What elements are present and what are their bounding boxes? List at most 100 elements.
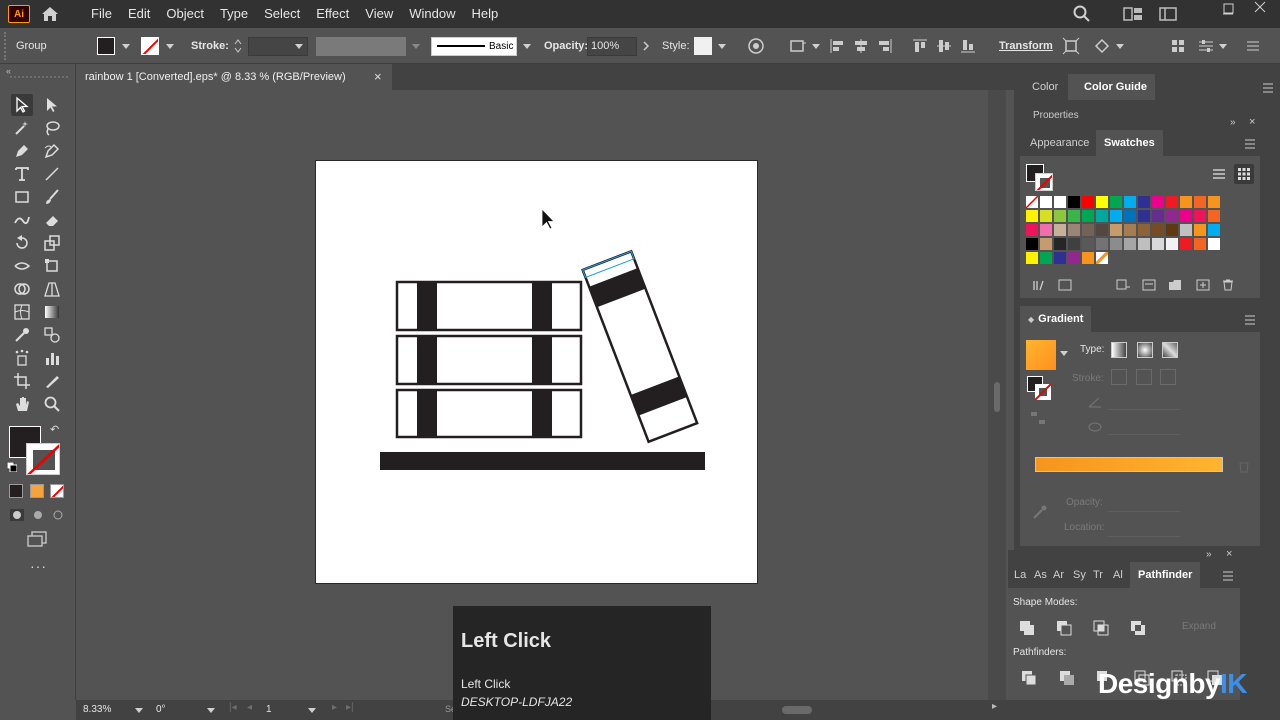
- reverse-gradient-icon[interactable]: [1030, 410, 1046, 426]
- isolate-icon[interactable]: [788, 37, 808, 55]
- stroke-color-box[interactable]: [26, 443, 60, 475]
- eyedropper-tool-icon[interactable]: [11, 324, 33, 346]
- transform-link[interactable]: Transform: [999, 40, 1053, 52]
- pen-tool-icon[interactable]: [11, 140, 33, 162]
- zoom-level[interactable]: 8.33%: [83, 704, 111, 715]
- color-swatch[interactable]: [1166, 210, 1178, 222]
- color-swatch[interactable]: [1082, 196, 1094, 208]
- hand-tool-icon[interactable]: [11, 393, 33, 415]
- color-swatch[interactable]: [1166, 196, 1178, 208]
- color-swatch[interactable]: [1138, 224, 1150, 236]
- add-selected-colors-icon[interactable]: [1116, 279, 1130, 291]
- draw-behind-icon[interactable]: [30, 508, 46, 522]
- symbol-sprayer-tool-icon[interactable]: [11, 347, 33, 369]
- color-swatch[interactable]: [1025, 195, 1039, 209]
- vertical-scrollbar[interactable]: [988, 90, 1006, 700]
- edit-toolbar-icon[interactable]: ···: [30, 558, 47, 574]
- artboard[interactable]: [315, 160, 758, 584]
- swatches-close-icon[interactable]: ×: [1249, 116, 1255, 128]
- color-swatch[interactable]: [1096, 224, 1108, 236]
- none-mode-icon[interactable]: [50, 484, 64, 498]
- color-swatch[interactable]: [1054, 224, 1066, 236]
- close-document-icon[interactable]: ×: [374, 69, 382, 84]
- color-swatch[interactable]: [1026, 210, 1038, 222]
- pathfinder-menu-icon[interactable]: [1222, 571, 1234, 581]
- color-swatch[interactable]: [1082, 238, 1094, 250]
- color-swatch[interactable]: [1208, 210, 1220, 222]
- tab-appearance[interactable]: Appearance: [1022, 130, 1097, 156]
- color-swatch[interactable]: [1040, 238, 1052, 250]
- color-swatch[interactable]: [1138, 210, 1150, 222]
- shape-builder-tool-icon[interactable]: [11, 278, 33, 300]
- unite-icon[interactable]: [1019, 620, 1035, 636]
- search-icon[interactable]: [1072, 4, 1092, 24]
- color-swatch[interactable]: [1180, 224, 1192, 236]
- options-dropdown-icon[interactable]: [1219, 44, 1227, 49]
- color-swatch[interactable]: [1166, 238, 1178, 250]
- tab-color-guide[interactable]: Color Guide: [1068, 74, 1155, 100]
- color-swatch[interactable]: [1068, 224, 1080, 236]
- swatch-libraries-icon[interactable]: [1032, 279, 1046, 291]
- pathfinder-close-icon[interactable]: ×: [1226, 548, 1232, 560]
- toolbar-collapse-icon[interactable]: «: [6, 66, 11, 76]
- color-swatch[interactable]: [1180, 196, 1192, 208]
- scale-tool-icon[interactable]: [41, 232, 63, 254]
- previous-artboard-icon[interactable]: ◂: [247, 702, 252, 713]
- grid-view-icon[interactable]: [1234, 164, 1254, 184]
- shape-builder-options-icon[interactable]: [1093, 37, 1111, 55]
- align-right-icon[interactable]: [877, 38, 893, 54]
- color-swatch[interactable]: [1026, 224, 1038, 236]
- color-swatch[interactable]: [1054, 252, 1066, 264]
- eraser-tool-icon[interactable]: [41, 209, 63, 231]
- color-swatch[interactable]: [1124, 224, 1136, 236]
- window-restore-icon[interactable]: [1222, 2, 1234, 14]
- color-swatch[interactable]: [1152, 210, 1164, 222]
- gradient-thumbnail[interactable]: [1026, 340, 1056, 370]
- default-fill-stroke-icon[interactable]: [6, 461, 18, 473]
- color-swatch[interactable]: [1208, 224, 1220, 236]
- document-tab[interactable]: rainbow 1 [Converted].eps* @ 8.33 % (RGB…: [76, 64, 392, 90]
- color-swatch[interactable]: [1026, 238, 1038, 250]
- tab-tr[interactable]: Tr: [1090, 562, 1106, 588]
- swatches-collapse-icon[interactable]: »: [1230, 117, 1236, 128]
- collapse-handle[interactable]: [4, 32, 6, 60]
- color-swatch[interactable]: [1208, 238, 1220, 250]
- book-stack[interactable]: [395, 280, 583, 439]
- tab-color[interactable]: Color: [1024, 74, 1066, 100]
- stroke-dropdown-icon[interactable]: [166, 44, 174, 49]
- menu-select[interactable]: Select: [256, 0, 308, 28]
- menu-window[interactable]: Window: [401, 0, 463, 28]
- color-swatch[interactable]: [1180, 210, 1192, 222]
- slice-tool-icon[interactable]: [41, 370, 63, 392]
- color-swatch[interactable]: [1110, 196, 1122, 208]
- color-swatch[interactable]: [1152, 238, 1164, 250]
- swap-fill-stroke-icon[interactable]: ↶: [50, 423, 59, 436]
- radial-gradient-icon[interactable]: [1137, 342, 1153, 358]
- shelf[interactable]: [380, 452, 705, 470]
- first-artboard-icon[interactable]: |◂: [229, 702, 237, 713]
- trim-icon[interactable]: [1059, 670, 1075, 686]
- draw-inside-icon[interactable]: [50, 508, 66, 522]
- color-mode-icon[interactable]: [9, 484, 23, 498]
- recolor-artwork-icon[interactable]: [747, 37, 765, 55]
- zoom-tool-icon[interactable]: [41, 393, 63, 415]
- show-kinds-icon[interactable]: [1058, 279, 1072, 291]
- tab-swatches[interactable]: Swatches: [1096, 130, 1163, 156]
- mesh-tool-icon[interactable]: [11, 301, 33, 323]
- color-panel-menu-icon[interactable]: [1262, 83, 1274, 93]
- color-swatch[interactable]: [1082, 210, 1094, 222]
- magic-wand-tool-icon[interactable]: [11, 117, 33, 139]
- opacity-value[interactable]: 100%: [591, 40, 619, 52]
- arrange-documents-icon[interactable]: [1123, 6, 1143, 22]
- rotation-dropdown-icon[interactable]: [207, 708, 215, 713]
- color-swatch[interactable]: [1194, 210, 1206, 222]
- brush-definition[interactable]: Basic: [431, 37, 517, 56]
- column-graph-tool-icon[interactable]: [41, 347, 63, 369]
- blend-tool-icon[interactable]: [41, 324, 63, 346]
- color-swatch[interactable]: [1096, 196, 1108, 208]
- tab-pathfinder[interactable]: Pathfinder: [1130, 562, 1201, 588]
- home-icon[interactable]: [40, 4, 60, 24]
- color-swatch[interactable]: [1194, 238, 1206, 250]
- freeform-gradient-icon[interactable]: [1162, 342, 1178, 358]
- pathfinder-collapse-icon[interactable]: »: [1206, 549, 1212, 560]
